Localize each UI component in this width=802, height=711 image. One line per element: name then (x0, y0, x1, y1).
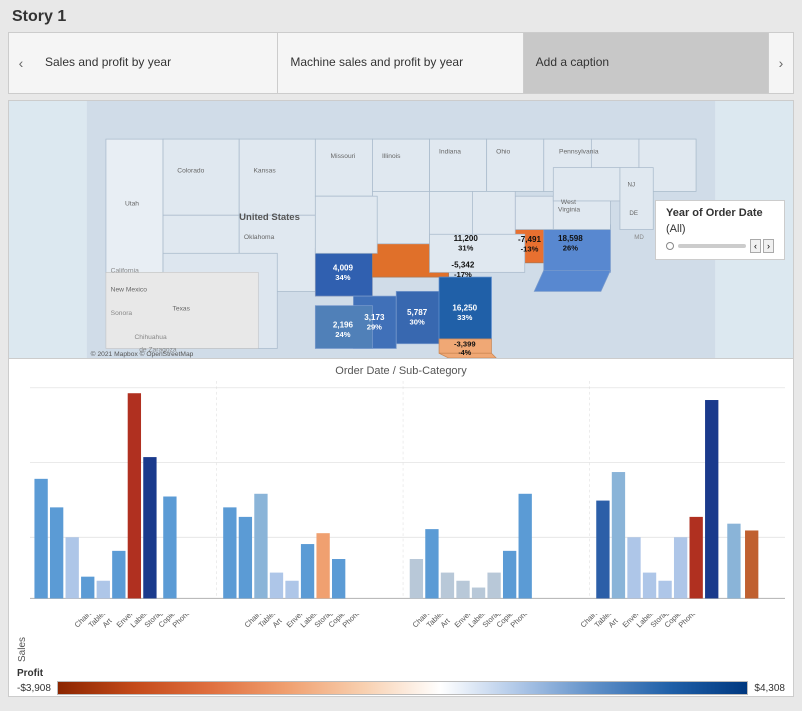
x-labels-svg: Chairs Tables Art Envelopes Labels Stora… (30, 614, 785, 664)
svg-text:2018: 2018 (111, 381, 136, 382)
svg-text:Indiana: Indiana (439, 148, 461, 155)
svg-text:MD: MD (634, 234, 644, 241)
map-section: Utah Colorado Kansas Oklahoma Texas New … (9, 101, 793, 359)
nav-item-2[interactable]: Machine sales and profit by year (278, 33, 523, 93)
x-axis-labels: Chairs Tables Art Envelopes Labels Stora… (30, 612, 785, 662)
chart-canvas: 20K 10K 0K 2018 2019 2020 2021 (30, 381, 785, 612)
svg-text:Kansas: Kansas (253, 167, 276, 174)
colorbar-section: Profit -$3,908 $4,308 (9, 666, 793, 696)
nav-bar: ‹ Sales and profit by year Machine sales… (8, 32, 794, 94)
prev-arrow-button[interactable]: ‹ (9, 33, 33, 93)
svg-text:4,009: 4,009 (333, 263, 354, 272)
nav-item-3[interactable]: Add a caption (524, 33, 769, 93)
story-title: Story 1 (8, 8, 794, 26)
svg-text:Utah: Utah (125, 201, 139, 208)
svg-text:NJ: NJ (628, 182, 636, 189)
svg-text:-17%: -17% (454, 270, 472, 279)
svg-text:Colorado: Colorado (177, 167, 204, 174)
svg-text:34%: 34% (335, 273, 350, 282)
svg-text:33%: 33% (457, 313, 472, 322)
slider-track (678, 244, 746, 248)
svg-text:California: California (111, 267, 139, 274)
chart-title: Order Date / Sub-Category (17, 365, 785, 377)
svg-text:DE: DE (629, 210, 638, 217)
colorbar-max: $4,308 (754, 683, 785, 694)
svg-text:United States: United States (239, 212, 300, 223)
bar-chart-svg: 20K 10K 0K 2018 2019 2020 2021 (30, 381, 785, 612)
svg-text:Chihuahua: Chihuahua (134, 334, 166, 341)
svg-text:Ohio: Ohio (496, 148, 510, 155)
svg-text:© 2021 Mapbox © OpenStreetMap: © 2021 Mapbox © OpenStreetMap (91, 350, 194, 358)
svg-text:Sonora: Sonora (111, 310, 133, 317)
svg-text:Illinois: Illinois (382, 153, 401, 160)
chart-inner: 20K 10K 0K 2018 2019 2020 2021 (30, 381, 785, 662)
colorbar-label: Profit (17, 668, 785, 679)
svg-text:2019: 2019 (297, 381, 322, 382)
colorbar-gradient (57, 681, 748, 695)
year-filter-title: Year of Order Date (666, 207, 774, 219)
svg-text:Oklahoma: Oklahoma (244, 234, 275, 241)
svg-text:26%: 26% (563, 243, 578, 252)
year-filter-panel: Year of Order Date (All) ‹ › (655, 200, 785, 260)
svg-text:2021: 2021 (671, 381, 696, 382)
svg-text:-7,491: -7,491 (518, 235, 541, 244)
svg-text:-5,342: -5,342 (451, 261, 474, 270)
svg-text:-13%: -13% (521, 244, 539, 253)
svg-text:Pennsylvania: Pennsylvania (559, 148, 599, 155)
svg-text:5,787: 5,787 (407, 308, 428, 317)
colorbar-min: -$3,908 (17, 683, 51, 694)
svg-text:-3,399: -3,399 (454, 340, 476, 349)
slider-prev-button[interactable]: ‹ (750, 239, 761, 253)
svg-text:11,200: 11,200 (454, 234, 479, 243)
chart-section: Order Date / Sub-Category Sales 20K (9, 359, 793, 666)
svg-text:16,250: 16,250 (452, 303, 477, 312)
main-content: Utah Colorado Kansas Oklahoma Texas New … (8, 100, 794, 697)
svg-text:30%: 30% (410, 318, 425, 327)
nav-item-1[interactable]: Sales and profit by year (33, 33, 278, 93)
svg-text:Missouri: Missouri (331, 153, 356, 160)
svg-text:3,173: 3,173 (364, 313, 385, 322)
svg-text:31%: 31% (458, 243, 473, 252)
chart-area: Sales 20K 10K 0K (17, 381, 785, 662)
svg-text:-4%: -4% (458, 349, 471, 357)
slider-handle[interactable] (666, 242, 674, 250)
svg-text:Texas: Texas (173, 305, 191, 312)
y-axis-label: Sales (17, 381, 28, 662)
svg-text:New Mexico: New Mexico (111, 286, 148, 293)
next-arrow-button[interactable]: › (769, 33, 793, 93)
svg-text:2020: 2020 (484, 381, 509, 382)
svg-text:18,598: 18,598 (558, 234, 583, 243)
year-filter-slider: ‹ › (666, 239, 774, 253)
svg-text:29%: 29% (367, 322, 382, 331)
colorbar-wrap: -$3,908 $4,308 (17, 681, 785, 695)
svg-text:24%: 24% (335, 330, 350, 339)
year-filter-value: (All) (666, 223, 774, 235)
nav-items: Sales and profit by year Machine sales a… (33, 33, 769, 93)
slider-next-button[interactable]: › (763, 239, 774, 253)
svg-text:West: West (561, 199, 576, 206)
slider-arrow-buttons: ‹ › (750, 239, 774, 253)
svg-text:2,196: 2,196 (333, 321, 354, 330)
svg-text:Virginia: Virginia (558, 206, 580, 213)
outer-container: Story 1 ‹ Sales and profit by year Machi… (0, 0, 802, 711)
